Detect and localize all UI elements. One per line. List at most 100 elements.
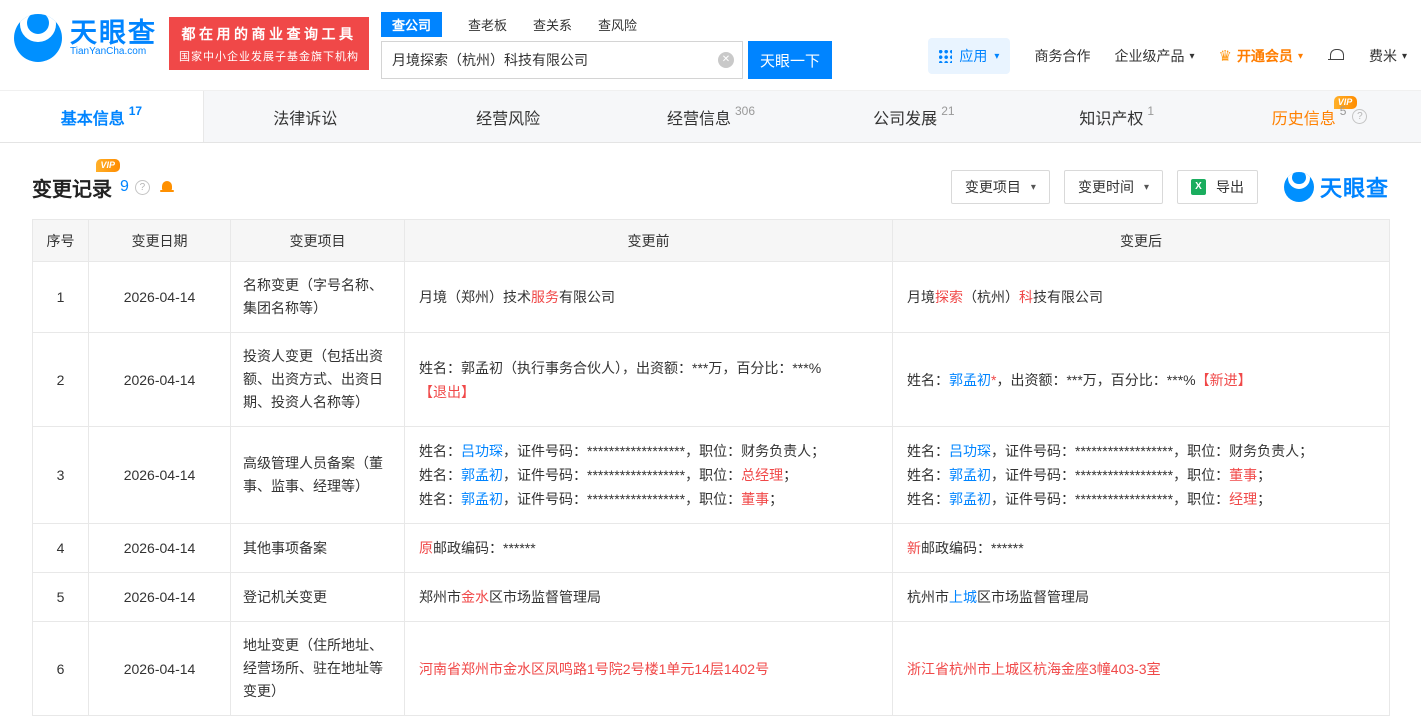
person-link[interactable]: 郭孟初 [949,491,991,507]
tab-count: 21 [941,103,955,118]
clear-icon[interactable]: ✕ [718,52,734,68]
cell-line: 姓名：郭孟初（执行事务合伙人），出资额：***万，百分比：***% [419,356,878,380]
cell-line: 姓名：吕功琛，证件号码：******************，职位：财务负责人； [907,439,1375,463]
person-link[interactable]: 吕功琛 [949,443,991,459]
text-segment: ，出资额：***万，百分比：***% [996,371,1196,388]
text-segment: 月境（郑州）技术 [419,289,531,305]
change-after-cell: 浙江省杭州市上城区杭海金座3幢403-3室 [892,621,1390,716]
change-before-cell: 河南省郑州市金水区凤鸣路1号院2号楼1单元14层1402号 [404,621,893,716]
person-link[interactable]: 郭孟初 [949,372,991,388]
person-link[interactable]: 郭孟初 [949,467,991,483]
user-menu[interactable]: 费米 ▾ [1369,46,1407,66]
text-segment: 月境 [907,289,935,305]
chevron-down-icon: ▾ [1401,50,1407,62]
filter-label: 变更时间 [1077,179,1134,195]
tab-history-info[interactable]: VIP 历史信息 5 ? [1218,91,1421,142]
tab-count: 306 [735,103,756,118]
tab-count: 5 [1339,103,1347,118]
search-tab-risk[interactable]: 查风险 [598,12,637,37]
text-segment: 原 [419,540,433,556]
text-segment: 河南省郑州市金水区凤鸣路1号院2号楼1单元14层1402号 [419,660,770,677]
tianyancha-logo[interactable]: 天眼查 TianYanCha.com [14,14,157,62]
tab-label: 经营信息 [666,110,731,128]
tab-operating-risk[interactable]: 经营风险 [407,91,610,142]
tab-intellectual-property[interactable]: 知识产权 1 [1015,91,1218,142]
notification-bell-icon[interactable] [1327,48,1345,65]
text-segment: 姓名： [907,467,949,483]
text-segment: 浙江省杭州市上城区杭海金座3幢403-3室 [907,660,1161,677]
help-icon[interactable]: ? [134,179,150,195]
section-title: 变更记录 [32,178,112,201]
change-date: 2026-04-14 [88,426,231,524]
change-item: 其他事项备案 [230,523,405,573]
export-button[interactable]: X 导出 [1176,170,1258,204]
help-icon[interactable]: ? [1352,109,1368,124]
change-item: 名称变更（字号名称、集团名称等） [230,261,405,333]
column-header-no: 序号 [32,219,89,262]
company-detail-tabs: 基本信息 17 法律诉讼 经营风险 经营信息 306 公司发展 21 知识产权 … [0,90,1421,143]
nav-cooperation[interactable]: 商务合作 [1034,46,1090,66]
tab-label: 基本信息 [60,110,125,128]
search-input[interactable] [381,41,743,79]
person-link[interactable]: 上城 [949,589,977,605]
nav-enterprise-products[interactable]: 企业级产品 ▾ [1114,46,1194,66]
text-segment: 姓名： [907,371,949,388]
section-controls: 变更项目 ▾ 变更时间 ▾ X 导出 天眼查 [950,170,1389,204]
search-tab-company[interactable]: 查公司 [381,11,443,37]
brand-domain: TianYanCha.com [70,45,147,57]
tab-company-development[interactable]: 公司发展 21 [812,91,1015,142]
change-date: 2026-04-14 [88,523,231,573]
tab-basic-info[interactable]: 基本信息 17 [0,91,204,142]
search-tab-boss[interactable]: 查老板 [468,12,507,37]
text-segment: ，证件号码：******************，职位： [991,491,1230,507]
change-date: 2026-04-14 [88,261,231,333]
search-tab-relation[interactable]: 查关系 [533,12,572,37]
change-before-cell: 月境（郑州）技术服务有限公司 [404,261,893,333]
change-after-cell: 杭州市上城区市场监督管理局 [892,572,1390,622]
tab-label: 法律诉讼 [273,110,338,128]
tab-label: 公司发展 [873,110,938,128]
change-date: 2026-04-14 [88,621,231,716]
person-link[interactable]: 郭孟初 [461,467,503,483]
section-header: VIP 变更记录 9 ? 变更项目 ▾ 变更时间 ▾ X 导出 天眼查 [32,158,1389,207]
subscribe-bell-icon[interactable] [158,179,176,196]
row-number: 4 [32,523,89,573]
cell-line: 新邮政编码：****** [907,536,1375,560]
row-number: 6 [32,621,89,716]
change-item: 投资人变更（包括出资额、出资方式、出资日期、投资人名称等） [230,332,405,427]
watermark-brand: 天眼查 [1319,176,1389,201]
tab-operating-info[interactable]: 经营信息 306 [610,91,813,142]
change-date: 2026-04-14 [88,572,231,622]
cell-line: 月境（郑州）技术服务有限公司 [419,285,878,309]
cell-line: 浙江省杭州市上城区杭海金座3幢403-3室 [907,657,1375,681]
watermark-logo: 天眼查 [1283,171,1389,203]
text-segment: 新 [907,540,921,556]
change-after-cell: 姓名：郭孟初*，出资额：***万，百分比：***%【新进】 [892,332,1390,427]
apps-label: 应用 [959,48,988,64]
text-segment: ，证件号码：******************，职位： [503,491,742,507]
row-number: 1 [32,261,89,333]
filter-change-time-dropdown[interactable]: 变更时间 ▾ [1063,170,1163,204]
text-segment: ； [1257,491,1272,507]
change-date: 2026-04-14 [88,332,231,427]
change-item: 地址变更（住所地址、经营场所、驻在地址等变更） [230,621,405,716]
search-box: ✕ [381,41,743,79]
cell-line: 河南省郑州市金水区凤鸣路1号院2号楼1单元14层1402号 [419,657,878,681]
text-segment: 姓名： [419,467,461,483]
column-header-item: 变更项目 [230,219,405,262]
text-segment: 郑州市 [419,589,461,605]
text-segment: ； [1257,467,1272,483]
apps-menu[interactable]: 应用 ▾ [928,38,1011,74]
nav-open-vip[interactable]: ♛ 开通会员 ▾ [1218,46,1302,66]
slogan-line2: 国家中小企业发展子基金旗下机构 [179,51,359,63]
tab-legal-proceedings[interactable]: 法律诉讼 [204,91,407,142]
cell-line: 姓名：郭孟初，证件号码：******************，职位：总经理； [419,463,878,487]
person-link[interactable]: 吕功琛 [461,443,503,459]
text-segment: 有限公司 [559,289,615,305]
tab-label: 经营风险 [476,110,541,128]
filter-change-item-dropdown[interactable]: 变更项目 ▾ [950,170,1050,204]
text-segment: 经理 [1229,491,1258,507]
person-link[interactable]: 郭孟初 [461,491,503,507]
change-before-cell: 郑州市金水区市场监督管理局 [404,572,893,622]
search-button[interactable]: 天眼一下 [748,41,832,79]
